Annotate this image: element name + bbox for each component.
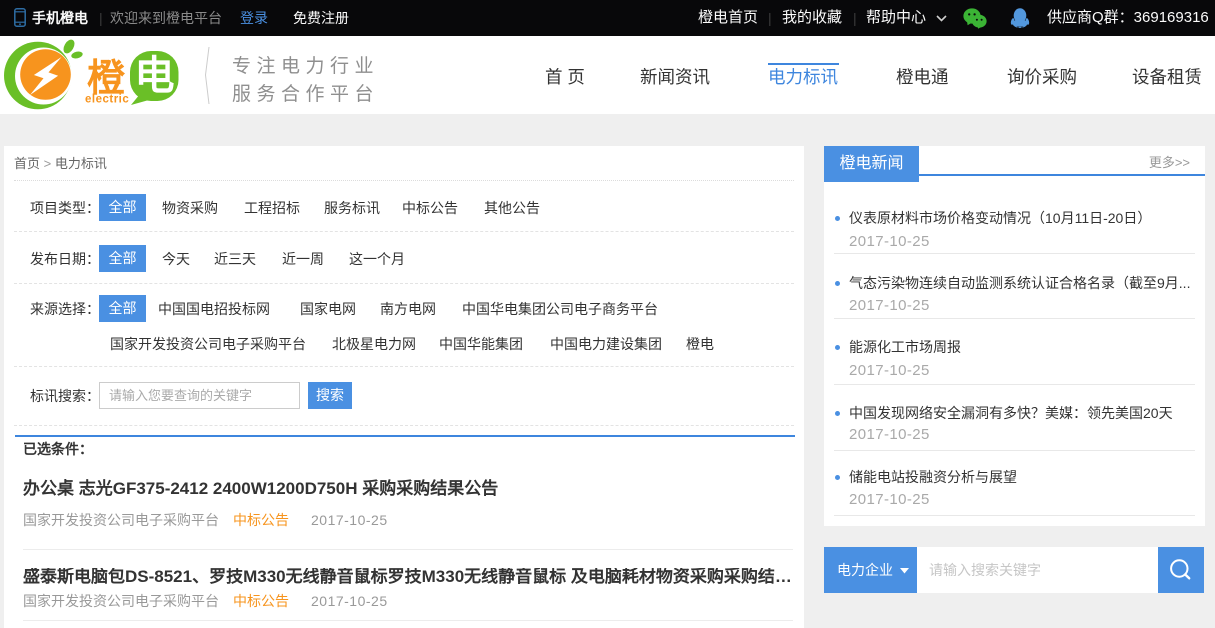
svg-text:电: 电 (135, 54, 175, 98)
svg-text:electric: electric (85, 94, 129, 106)
